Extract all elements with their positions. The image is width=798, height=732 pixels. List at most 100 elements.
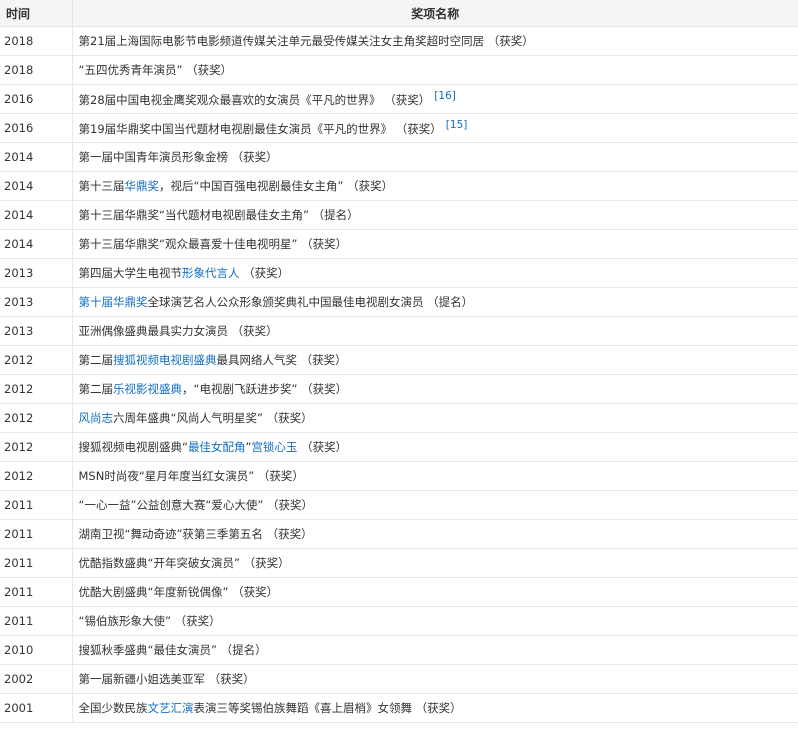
award-name: MSN时尚夜“星月年度当红女演员” （获奖） [72,461,798,491]
table-row: 2012 风尚志六周年盛典“风尚人气明星奖” （获奖） [0,403,798,433]
award-link[interactable]: 风尚志 [79,411,114,425]
table-row: 2010 搜狐秋季盛典“最佳女演员” （提名） [0,635,798,665]
award-name: 第21届上海国际电影节电影频道传媒关注单元最受传媒关注女主角奖超时空同居 （获奖… [72,26,798,56]
award-name: 优酷指数盛典“开年突破女演员” （获奖） [72,548,798,578]
award-text: （获奖） [297,440,348,454]
table-row: 2014 第十三届华鼎奖“观众最喜爱十佳电视明星” （获奖） [0,229,798,259]
award-name: 第十届华鼎奖全球演艺名人公众形象颁奖典礼中国最佳电视剧女演员 （提名） [72,287,798,317]
table-row: 2012 第二届搜狐视频电视剧盛典最具网络人气奖 （获奖） [0,345,798,375]
award-link[interactable]: 形象代言人 [182,266,240,280]
award-year: 2012 [0,432,73,462]
award-text: 第21届上海国际电影节电影频道传媒关注单元最受传媒关注女主角奖超时空同居 （获奖… [78,34,534,48]
award-text: 第十三届华鼎奖“当代题材电视剧最佳女主角” （提名） [78,208,359,222]
award-text: 湖南卫视“舞动奇迹”获第三季第五名 （获奖） [78,527,313,541]
award-text: 第十三届华鼎奖“观众最喜爱十佳电视明星” （获奖） [78,237,348,251]
award-name: 第二届搜狐视频电视剧盛典最具网络人气奖 （获奖） [72,345,798,375]
award-name: 搜狐视频电视剧盛典“最佳女配角”宫锁心玉 （获奖） [72,432,798,462]
award-link[interactable]: 宫锁心玉 [251,440,297,454]
award-name: 第十三届华鼎奖“观众最喜爱十佳电视明星” （获奖） [72,229,798,259]
table-row: 2014 第一届中国青年演员形象金榜 （获奖） [0,142,798,172]
award-link[interactable]: 搜狐视频电视剧盛典 [113,353,217,367]
award-name: 第19届华鼎奖中国当代题材电视剧最佳女演员《平凡的世界》 （获奖） [15] [72,113,798,143]
award-text: 亚洲偶像盛典最具实力女演员 （获奖） [78,324,278,338]
award-text: 全国少数民族 [78,701,148,715]
reference-link[interactable]: [16] [434,90,456,102]
table-row: 2012 MSN时尚夜“星月年度当红女演员” （获奖） [0,461,798,491]
award-text: （获奖） [239,266,290,280]
award-text: 第四届大学生电视节 [78,266,183,280]
reference-link[interactable]: [15] [446,119,468,131]
award-link[interactable]: 华鼎奖 [125,179,160,193]
award-text: 搜狐视频电视剧盛典“ [78,440,188,454]
award-year: 2014 [0,142,73,172]
table-row: 2011 “锡伯族形象大使” （获奖） [0,606,798,636]
table-row: 2018 “五四优秀青年演员” （获奖） [0,55,798,85]
award-name: 第二届乐视影视盛典，“电视剧飞跃进步奖” （获奖） [72,374,798,404]
award-year: 2002 [0,664,73,694]
table-row: 2018 第21届上海国际电影节电影频道传媒关注单元最受传媒关注女主角奖超时空同居… [0,26,798,56]
award-name: 第28届中国电视金鹰奖观众最喜欢的女演员《平凡的世界》 （获奖） [16] [72,84,798,114]
award-text: 第一届新疆小姐选美亚军 （获奖） [78,672,255,686]
table-row: 2013 第四届大学生电视节形象代言人 （获奖） [0,258,798,288]
award-text: 第二届 [78,353,114,367]
table-row: 2013 亚洲偶像盛典最具实力女演员 （获奖） [0,316,798,346]
award-name: “五四优秀青年演员” （获奖） [72,55,798,85]
award-link[interactable]: 文艺汇演 [148,701,194,715]
award-year: 2013 [0,316,73,346]
award-year: 2014 [0,171,73,201]
award-name: 全国少数民族文艺汇演表演三等奖锡伯族舞蹈《喜上眉梢》女领舞 （获奖） [72,693,798,723]
award-text: 全球演艺名人公众形象颁奖典礼中国最佳电视剧女演员 （提名） [147,295,474,309]
award-text: 第十三届 [78,179,125,193]
table-row: 2016 第19届华鼎奖中国当代题材电视剧最佳女演员《平凡的世界》 （获奖） [15… [0,113,798,143]
award-year: 2010 [0,635,73,665]
award-link[interactable]: 最佳女配角 [188,440,246,454]
table-body: 2018 第21届上海国际电影节电影频道传媒关注单元最受传媒关注女主角奖超时空同居… [0,26,798,723]
award-name: 湖南卫视“舞动奇迹”获第三季第五名 （获奖） [72,519,798,549]
award-text: 第二届 [78,382,114,396]
award-text: 搜狐秋季盛典“最佳女演员” （提名） [78,643,267,657]
award-name: “锡伯族形象大使” （获奖） [72,606,798,636]
award-text: MSN时尚夜“星月年度当红女演员” （获奖） [78,469,304,483]
award-year: 2012 [0,374,73,404]
awards-table: 时间 奖项名称 2018 第21届上海国际电影节电影频道传媒关注单元最受传媒关注女… [0,0,798,723]
award-year: 2011 [0,519,73,549]
award-name: 第一届中国青年演员形象金榜 （获奖） [72,142,798,172]
table-row: 2012 第二届乐视影视盛典，“电视剧飞跃进步奖” （获奖） [0,374,798,404]
award-text: “一心一益”公益创意大赛“爱心大使” （获奖） [78,498,313,512]
award-year: 2014 [0,200,73,230]
award-text: 第一届中国青年演员形象金榜 （获奖） [78,150,278,164]
award-text: 优酷指数盛典“开年突破女演员” （获奖） [78,556,290,570]
table-row: 2013 第十届华鼎奖全球演艺名人公众形象颁奖典礼中国最佳电视剧女演员 （提名） [0,287,798,317]
award-year: 2001 [0,693,73,723]
table-row: 2011 优酷大剧盛典“年度新锐偶像” （获奖） [0,577,798,607]
award-text: 优酷大剧盛典“年度新锐偶像” （获奖） [78,585,279,599]
award-name: 第一届新疆小姐选美亚军 （获奖） [72,664,798,694]
table-row: 2002 第一届新疆小姐选美亚军 （获奖） [0,664,798,694]
table-row: 2011 湖南卫视“舞动奇迹”获第三季第五名 （获奖） [0,519,798,549]
award-year: 2018 [0,26,73,56]
award-year: 2011 [0,606,73,636]
award-text: “锡伯族形象大使” （获奖） [78,614,221,628]
table-row: 2014 第十三届华鼎奖“当代题材电视剧最佳女主角” （提名） [0,200,798,230]
award-text: 最具网络人气奖 （获奖） [216,353,347,367]
award-year: 2011 [0,548,73,578]
header-year: 时间 [0,0,73,27]
table-row: 2011 “一心一益”公益创意大赛“爱心大使” （获奖） [0,490,798,520]
table-row: 2011 优酷指数盛典“开年突破女演员” （获奖） [0,548,798,578]
award-name: 第十三届华鼎奖，视后“中国百强电视剧最佳女主角” （获奖） [72,171,798,201]
award-year: 2016 [0,113,73,143]
award-link[interactable]: 第十届华鼎奖 [79,295,148,309]
award-year: 2012 [0,403,73,433]
award-name: 优酷大剧盛典“年度新锐偶像” （获奖） [72,577,798,607]
award-year: 2012 [0,345,73,375]
award-text: ，“电视剧飞跃进步奖” （获奖） [182,382,348,396]
award-link[interactable]: 乐视影视盛典 [113,382,182,396]
award-year: 2011 [0,577,73,607]
award-name: 第十三届华鼎奖“当代题材电视剧最佳女主角” （提名） [72,200,798,230]
table-row: 2012 搜狐视频电视剧盛典“最佳女配角”宫锁心玉 （获奖） [0,432,798,462]
header-award-name: 奖项名称 [72,0,798,27]
award-text: ，视后“中国百强电视剧最佳女主角” （获奖） [159,179,394,193]
award-text: “五四优秀青年演员” （获奖） [78,63,233,77]
award-text: 表演三等奖锡伯族舞蹈《喜上眉梢》女领舞 （获奖） [193,701,462,715]
award-name: 第四届大学生电视节形象代言人 （获奖） [72,258,798,288]
